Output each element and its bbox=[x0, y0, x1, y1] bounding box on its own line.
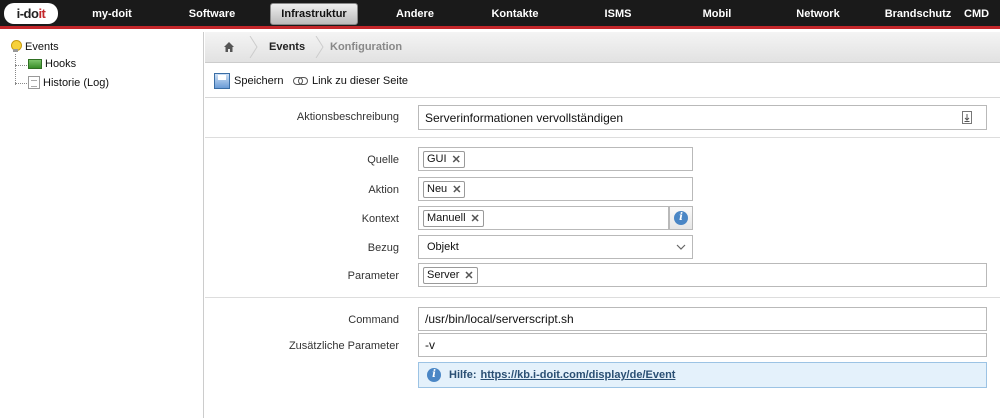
command-input[interactable]: /usr/bin/local/serverscript.sh bbox=[418, 307, 987, 331]
tree-item-label: Hooks bbox=[45, 58, 77, 70]
nav-network[interactable]: Network bbox=[787, 0, 849, 29]
tree-item-historie[interactable]: Historie (Log) bbox=[28, 76, 109, 89]
section-divider bbox=[205, 137, 1000, 138]
link-to-page-button[interactable]: Link zu dieser Seite bbox=[293, 63, 408, 98]
breadcrumb-events[interactable]: Events bbox=[269, 32, 305, 63]
hooks-icon bbox=[28, 59, 42, 69]
link-icon bbox=[293, 76, 308, 85]
top-navigation: i-do it my-doit Software Infrastruktur An… bbox=[0, 0, 1000, 29]
tree-connector bbox=[15, 65, 27, 66]
extra-params-input[interactable]: -v bbox=[418, 333, 987, 357]
aktion-label: Aktion bbox=[368, 184, 399, 196]
remove-tag-icon[interactable]: ✕ bbox=[464, 269, 473, 282]
nav-cmd[interactable]: CMD bbox=[964, 0, 1000, 29]
breadcrumb-separator bbox=[249, 36, 258, 58]
breadcrumb-konfiguration: Konfiguration bbox=[330, 41, 403, 53]
toolbar: Speichern Link zu dieser Seite bbox=[205, 63, 1000, 98]
nav-andere[interactable]: Andere bbox=[385, 0, 445, 29]
parameter-tag: Server ✕ bbox=[423, 266, 478, 284]
description-label: Aktionsbeschreibung bbox=[296, 111, 399, 123]
nav-infrastruktur[interactable]: Infrastruktur bbox=[266, 0, 362, 29]
kontext-field[interactable]: Manuell ✕ bbox=[418, 206, 669, 230]
description-field[interactable]: Serverinformationen vervollständigen bbox=[418, 105, 987, 130]
tree-connector bbox=[15, 54, 16, 85]
save-icon bbox=[214, 72, 230, 89]
document-icon bbox=[28, 76, 40, 89]
nav-kontakte[interactable]: Kontakte bbox=[485, 0, 545, 29]
quelle-field[interactable]: GUI ✕ bbox=[418, 147, 693, 171]
lightbulb-icon bbox=[10, 40, 22, 53]
quelle-tag: GUI ✕ bbox=[423, 150, 465, 168]
remove-tag-icon[interactable]: ✕ bbox=[452, 153, 461, 166]
aktion-tag: Neu ✕ bbox=[423, 180, 466, 198]
tree-item-hooks[interactable]: Hooks bbox=[28, 58, 76, 70]
aktion-field[interactable]: Neu ✕ bbox=[418, 177, 693, 201]
nav-mobil[interactable]: Mobil bbox=[687, 0, 747, 29]
home-icon[interactable] bbox=[223, 41, 235, 53]
kontext-info-button[interactable]: i bbox=[669, 206, 693, 230]
nav-brandschutz[interactable]: Brandschutz bbox=[880, 0, 956, 29]
quelle-label: Quelle bbox=[367, 154, 399, 166]
command-label: Command bbox=[348, 314, 399, 326]
save-button[interactable]: Speichern bbox=[214, 63, 284, 98]
nav-isms[interactable]: ISMS bbox=[588, 0, 648, 29]
tree-connector bbox=[15, 83, 27, 84]
kontext-label: Kontext bbox=[361, 213, 399, 225]
nav-my-doit[interactable]: my-doit bbox=[82, 0, 142, 29]
i-doit-logo[interactable]: i-do it bbox=[4, 3, 58, 24]
extra-params-label: Zusätzliche Parameter bbox=[288, 340, 399, 352]
textarea-expand-icon[interactable] bbox=[962, 111, 972, 124]
parameter-label: Parameter bbox=[347, 270, 399, 282]
tree-item-events[interactable]: Events bbox=[10, 40, 59, 53]
remove-tag-icon[interactable]: ✕ bbox=[471, 212, 480, 225]
nav-software[interactable]: Software bbox=[182, 0, 242, 29]
parameter-field[interactable]: Server ✕ bbox=[418, 263, 987, 287]
breadcrumb-separator bbox=[315, 36, 324, 58]
info-icon: i bbox=[674, 211, 688, 225]
kontext-tag: Manuell ✕ bbox=[423, 209, 484, 227]
section-divider bbox=[205, 297, 1000, 298]
info-icon: i bbox=[427, 368, 441, 382]
tree-item-label: Events bbox=[25, 40, 59, 53]
chevron-down-icon bbox=[676, 244, 686, 250]
help-link[interactable]: https://kb.i-doit.com/display/de/Event bbox=[481, 369, 676, 381]
bezug-select[interactable]: Objekt bbox=[418, 235, 693, 259]
tree-sidebar: Events Hooks Historie (Log) bbox=[0, 32, 204, 418]
bezug-label: Bezug bbox=[367, 242, 399, 254]
breadcrumb: Events Konfiguration bbox=[205, 32, 1000, 63]
tree-item-label: Historie (Log) bbox=[43, 76, 110, 89]
remove-tag-icon[interactable]: ✕ bbox=[452, 183, 461, 196]
help-box: i Hilfe: https://kb.i-doit.com/display/d… bbox=[418, 362, 987, 388]
